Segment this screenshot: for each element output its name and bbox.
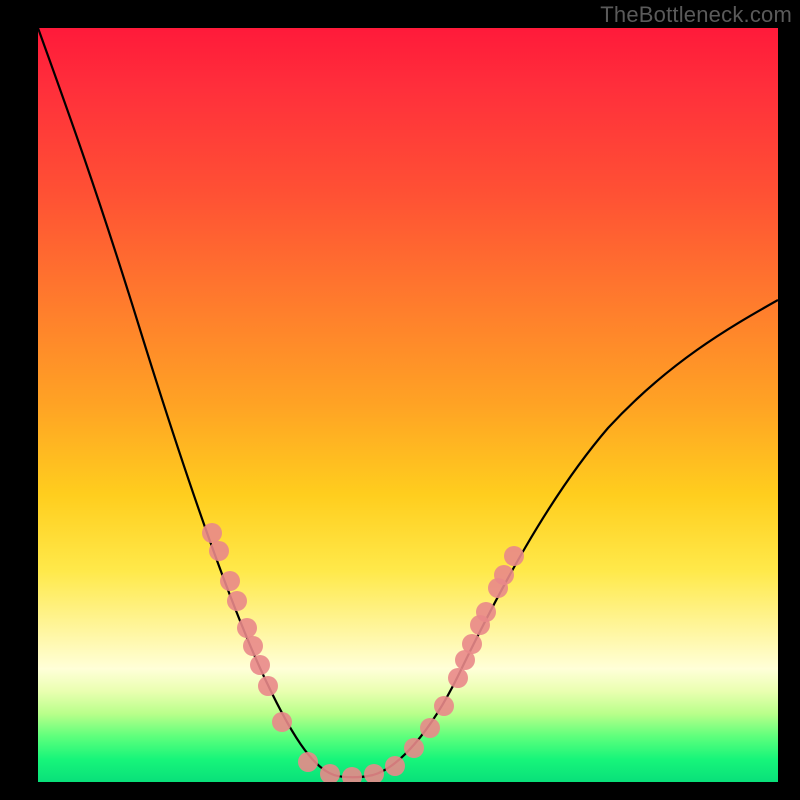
watermark-text: TheBottleneck.com xyxy=(600,2,792,28)
chart-frame: TheBottleneck.com xyxy=(0,0,800,800)
bottleneck-curve xyxy=(38,28,778,777)
sample-dots xyxy=(202,523,524,782)
plot-area xyxy=(38,28,778,782)
curve-layer xyxy=(38,28,778,782)
